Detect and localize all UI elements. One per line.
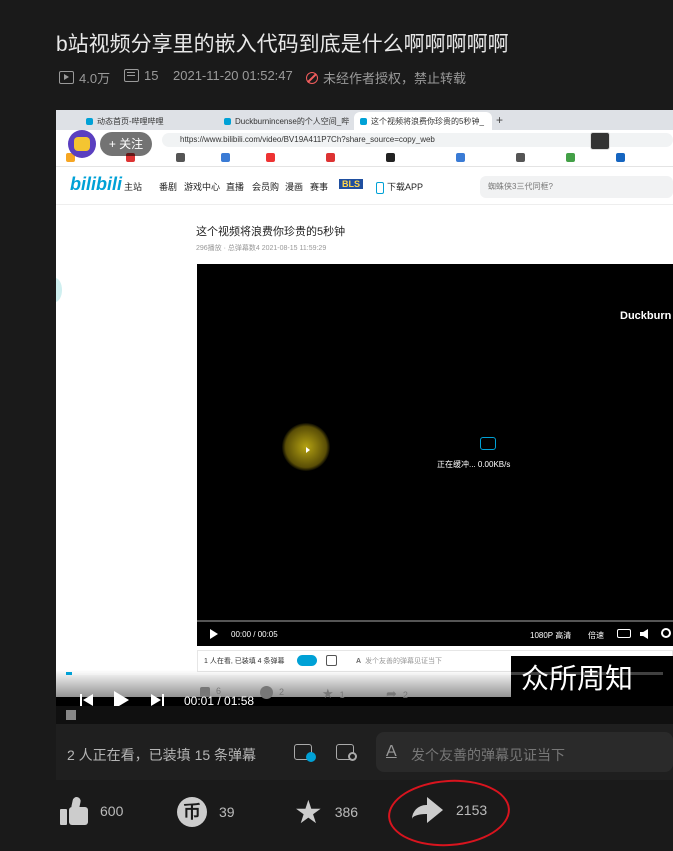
bilibili-logo: bilibili xyxy=(70,174,122,194)
coin-count: 39 xyxy=(219,804,235,820)
inner-nav-item: 游戏中心 xyxy=(184,182,221,192)
progress-fill xyxy=(66,672,72,675)
inner-video xyxy=(197,264,673,644)
inner-nav-item: 会员购 xyxy=(252,182,280,192)
inner-tab-active: 这个视频将浪费你珍贵的5秒钟_ xyxy=(354,112,492,130)
pip-icon[interactable] xyxy=(590,132,610,150)
inner-danmu-status: 1 人在看, 已装填 4 条弹幕 xyxy=(204,658,285,665)
star-icon: ★ xyxy=(294,794,323,830)
mouse-cursor-icon xyxy=(306,447,310,453)
inner-danmu-settings-icon xyxy=(326,655,337,666)
favorite-count: 386 xyxy=(334,804,359,820)
inner-play-icon xyxy=(210,629,218,639)
inner-buffer-text: 正在缓冲... 0.00KB/s xyxy=(437,460,511,469)
danmaku-placeholder: 发个友善的弹幕见证当下 xyxy=(411,747,565,763)
bookmark-icon xyxy=(516,153,525,162)
video-player[interactable]: 动态首页-哔哩哔哩 Duckburnincense的个人空间_哔 这个视频将浪费… xyxy=(56,110,673,724)
inner-search-box: 蜘蛛侠3三代同框? xyxy=(480,176,673,198)
danmaku-settings-icon[interactable] xyxy=(336,742,358,762)
inner-nav-item: 漫画 xyxy=(285,182,304,192)
coin-icon xyxy=(260,686,273,699)
like-button[interactable]: 600 xyxy=(60,796,124,825)
inner-video-title: 这个视频将浪费你珍贵的5秒钟 xyxy=(196,226,346,238)
uploader-avatar[interactable] xyxy=(68,130,96,158)
bookmark-icon xyxy=(386,153,395,162)
inner-danmu-input: A 发个友善的弹幕见证当下 xyxy=(356,658,443,665)
plus-icon: + xyxy=(108,137,120,151)
inner-taskbar xyxy=(56,706,673,724)
inner-nav-item: 下载APP xyxy=(376,180,423,194)
subtitle-overlay: 众所周知 xyxy=(511,656,673,702)
view-count: 4.0万 xyxy=(59,68,110,87)
inner-quality: 1080P 高清 xyxy=(530,631,572,640)
new-tab-icon: + xyxy=(496,113,504,127)
bookmark-icon xyxy=(266,153,275,162)
inner-favorite: ★ 1 xyxy=(322,686,345,701)
bookmark-icon xyxy=(566,153,575,162)
danmaku-toggle-icon[interactable] xyxy=(294,742,316,762)
phone-icon xyxy=(376,181,384,194)
danmaku-icon xyxy=(124,69,139,82)
inner-bookmarks-bar xyxy=(56,150,673,167)
windows-icon xyxy=(66,710,76,720)
inner-nav-item: 主站 xyxy=(124,182,143,192)
inner-nav-item: 番剧 xyxy=(159,182,178,192)
inner-coin: 2 xyxy=(260,686,284,699)
share-icon: ➦ xyxy=(386,686,397,701)
duck-icon xyxy=(74,137,90,151)
bookmark-icon xyxy=(176,153,185,162)
like-count: 600 xyxy=(100,803,124,819)
danmaku-count-text: 15 xyxy=(144,68,159,83)
inner-tab: 动态首页-哔哩哔哩 xyxy=(60,112,218,130)
video-title: b站视频分享里的嵌入代码到底是什么啊啊啊啊啊 xyxy=(56,33,509,56)
play-count-icon xyxy=(59,71,74,84)
thumb-up-icon xyxy=(60,796,88,825)
bookmark-icon xyxy=(456,153,465,162)
inner-nav-item: BLS xyxy=(339,179,363,189)
inner-nav-item: 赛事 xyxy=(310,182,329,192)
inner-watermark: Duckburn xyxy=(620,310,672,322)
inner-nav-item: 直播 xyxy=(226,182,245,192)
star-icon: ★ xyxy=(322,686,334,701)
inner-tab: Duckburnincense的个人空间_哔 xyxy=(218,112,354,130)
danmaku-count: 15 xyxy=(124,68,158,83)
inner-progress-track xyxy=(197,620,673,622)
inner-danmu-off-icon xyxy=(617,629,631,638)
no-repost-icon xyxy=(306,71,318,84)
follow-button[interactable]: + 关注 xyxy=(100,132,152,156)
inner-video-meta: 296播放 · 总弹幕数4 2021-08-15 11:59:29 xyxy=(196,245,327,252)
bilibili-favicon-icon xyxy=(86,118,93,126)
inner-speed: 倍速 xyxy=(588,631,604,640)
bookmark-icon xyxy=(616,153,625,162)
danmaku-status: 2 人正在看，已装填 15 条弹幕 xyxy=(67,747,257,763)
inner-share: ➦ 2 xyxy=(386,686,408,701)
publish-datetime: 2021-11-20 01:52:47 xyxy=(173,68,293,83)
bookmark-icon xyxy=(221,153,230,162)
copyright-notice: 未经作者授权，禁止转载 xyxy=(306,68,466,87)
red-annotation-circle xyxy=(385,775,513,851)
inner-time: 00:00 / 00:05 xyxy=(231,630,278,639)
bilibili-favicon-icon xyxy=(224,118,231,126)
bilibili-favicon-icon xyxy=(360,118,367,126)
inner-danmu-toggle xyxy=(297,655,317,666)
view-count-text: 4.0万 xyxy=(79,71,111,86)
text-style-icon[interactable]: A xyxy=(386,743,397,761)
tv-icon xyxy=(480,437,496,450)
copyright-notice-text: 未经作者授权，禁止转载 xyxy=(323,71,467,86)
inner-settings-icon xyxy=(661,628,671,638)
bookmark-icon xyxy=(326,153,335,162)
inner-divider xyxy=(56,204,673,205)
text-style-icon: A xyxy=(356,658,362,665)
favorite-button[interactable]: ★ 386 xyxy=(294,794,359,830)
coin-icon: 币 xyxy=(177,797,207,827)
progress-track[interactable] xyxy=(66,672,663,675)
coin-button[interactable]: 币 39 xyxy=(177,797,235,827)
